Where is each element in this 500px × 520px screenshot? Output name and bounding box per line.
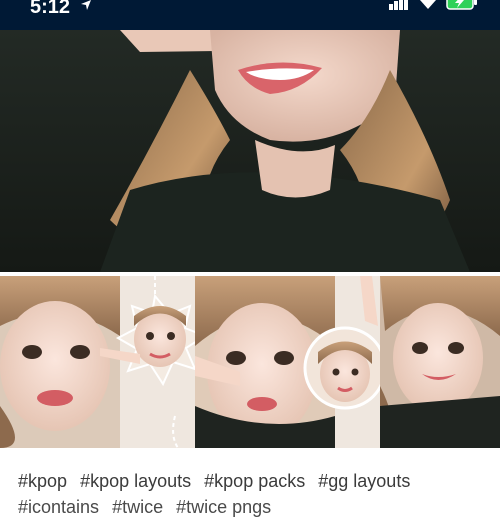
tag-kpop-packs[interactable]: #kpop packs — [204, 471, 305, 491]
collage-graphic — [0, 276, 500, 448]
tag-kpop[interactable]: #kpop — [18, 471, 67, 491]
tag-icontains[interactable]: #icontains — [18, 497, 99, 517]
status-time: 5:12 — [30, 0, 71, 18]
kpop-layout-collage-photo[interactable] — [0, 276, 500, 448]
selfie-close-up-photo[interactable] — [0, 30, 500, 272]
tags-line-2: #icontains #twice #twice pngs — [18, 494, 490, 520]
tag-twice[interactable]: #twice — [112, 497, 163, 517]
status-bar: 5:12 — [0, 0, 500, 30]
post-tags: #kpop #kpop layouts #kpop packs #gg layo… — [18, 468, 490, 520]
navigation-icon — [80, 0, 92, 16]
tag-twice-pngs[interactable]: #twice pngs — [176, 497, 271, 517]
tags-line-1: #kpop #kpop layouts #kpop packs #gg layo… — [18, 468, 490, 494]
status-icons — [388, 0, 478, 10]
tag-gg-layouts[interactable]: #gg layouts — [318, 471, 410, 491]
wifi-icon — [418, 0, 438, 10]
tag-kpop-layouts[interactable]: #kpop layouts — [80, 471, 191, 491]
battery-charging-icon — [446, 0, 478, 10]
selfie-photo-graphic — [0, 30, 500, 272]
signal-icon — [388, 0, 410, 10]
